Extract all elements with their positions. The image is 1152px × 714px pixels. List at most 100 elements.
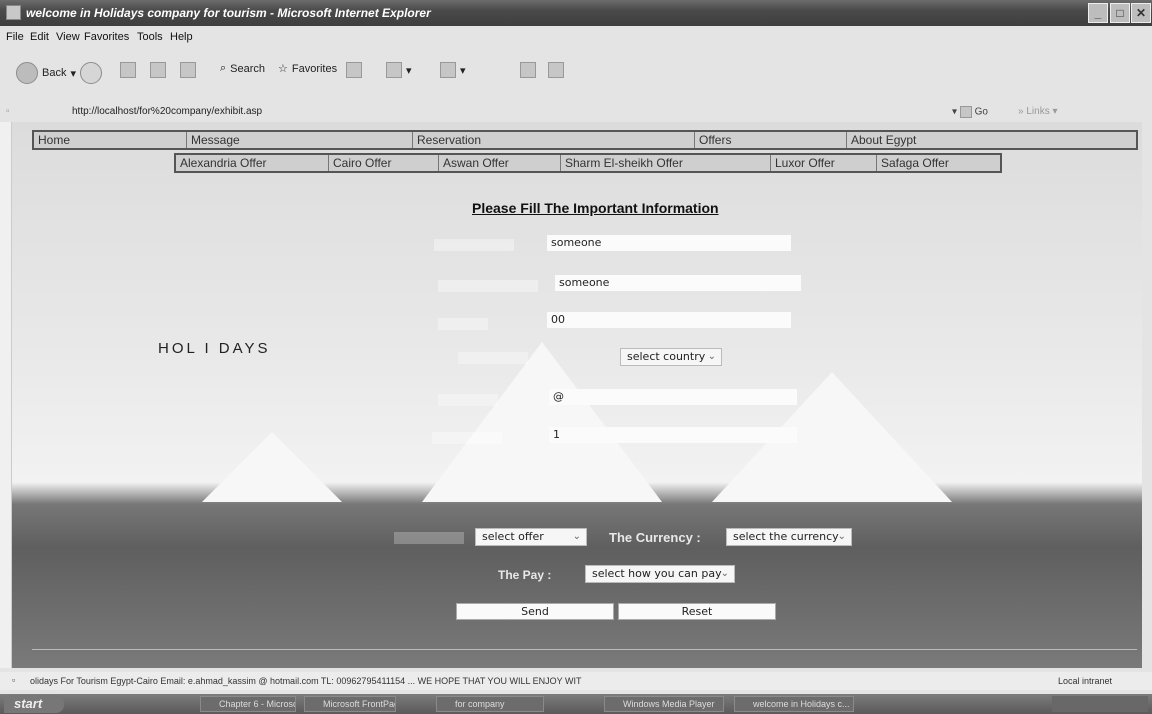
go-button[interactable]: ▾ Go [952,106,988,118]
chevron-down-icon: ⌄ [837,531,846,542]
browser-window: welcome in Holidays company for tourism … [0,0,1152,714]
stop-button[interactable] [120,62,136,78]
pay-select[interactable]: select how you can pay ⌄ [585,565,735,583]
currency-label: The Currency : [609,530,701,545]
home-button[interactable] [180,62,196,78]
nav-message[interactable]: Message [186,132,412,148]
address-input[interactable]: http://localhost/for%20company/exhibit.a… [72,106,262,117]
menu-tools[interactable]: Tools [137,31,163,43]
nav-reservation[interactable]: Reservation [412,132,694,148]
nav-cairo-offer[interactable]: Cairo Offer [328,155,438,171]
taskbar: start Chapter 6 - Microsoft Microsoft Fr… [0,694,1152,714]
address-bar: ▫ http://localhost/for%20company/exhibit… [0,102,1152,122]
go-icon [959,106,972,118]
offer-label [394,532,464,544]
offer-select-value: select offer [482,530,544,543]
messenger-button[interactable] [548,62,564,78]
vertical-scrollbar[interactable] [0,122,12,668]
menu-edit[interactable]: Edit [30,31,49,43]
brand-text: HOL I DAYS [158,340,271,357]
task-button[interactable]: Chapter 6 - Microsoft [200,696,296,712]
page-content: Home Message Reservation Offers About Eg… [12,122,1142,668]
refresh-button[interactable] [150,62,166,78]
edit-icon [520,62,536,78]
nav-luxor-offer[interactable]: Luxor Offer [770,155,876,171]
refresh-icon [150,62,166,78]
maximize-icon[interactable]: □ [1110,3,1130,23]
links-button[interactable]: » Links ▾ [1018,106,1058,117]
menu-bar: File Edit View Favorites Tools Help [0,27,1152,47]
edit-button[interactable] [520,62,536,78]
divider [32,649,1137,650]
close-icon[interactable]: ✕ [1131,3,1151,23]
nav-safaga-offer[interactable]: Safaga Offer [876,155,1000,171]
minimize-icon[interactable]: _ [1088,3,1108,23]
favorites-button[interactable]: ☆ Favorites [278,62,338,76]
nav-sharm-offer[interactable]: Sharm El-sheikh Offer [560,155,770,171]
messenger-icon [548,62,564,78]
task-button[interactable]: Microsoft FrontPage [304,696,396,712]
country-select-value: select country [627,350,706,363]
ie-icon [6,5,21,20]
forward-button[interactable] [80,62,102,84]
mail-button[interactable]: ▾ [386,62,412,78]
mail-icon [386,62,402,78]
offers-nav: Alexandria Offer Cairo Offer Aswan Offer… [174,153,1002,173]
reset-button[interactable]: Reset [618,603,776,620]
persons-label [432,432,502,444]
menu-file[interactable]: File [6,31,24,43]
last-name-input[interactable] [555,275,801,291]
pay-label: The Pay : [498,568,552,582]
email-label [438,394,498,406]
nav-home[interactable]: Home [34,132,186,148]
name-input[interactable] [547,235,791,251]
print-button[interactable]: ▾ [440,62,466,78]
task-button[interactable]: welcome in Holidays c... [734,696,854,712]
favorites-label: Favorites [291,62,338,75]
phone-input[interactable] [547,312,791,328]
last-name-label [438,280,538,292]
nav-aswan-offer[interactable]: Aswan Offer [438,155,560,171]
chevron-down-icon: ⌄ [720,568,729,579]
menu-favorites[interactable]: Favorites [84,31,129,43]
country-select[interactable]: select country ⌄ [620,348,722,366]
menu-help[interactable]: Help [170,31,193,43]
status-bar: ▫ olidays For Tourism Egypt-Cairo Email:… [0,672,1152,690]
currency-select[interactable]: select the currency ⌄ [726,528,852,546]
persons-input[interactable] [549,427,797,443]
title-bar: welcome in Holidays company for tourism … [0,0,1152,26]
search-button[interactable]: ⌕ Search [220,62,265,75]
media-button[interactable] [346,62,362,78]
nav-alexandria-offer[interactable]: Alexandria Offer [176,155,328,171]
phone-label [438,318,488,330]
country-label [458,352,528,364]
task-button[interactable]: for company [436,696,544,712]
menu-view[interactable]: View [56,31,80,43]
status-message: olidays For Tourism Egypt-Cairo Email: e… [30,676,582,686]
task-button[interactable]: Windows Media Player [604,696,724,712]
start-button[interactable]: start [4,695,64,713]
nav-offers[interactable]: Offers [694,132,846,148]
media-icon [346,62,362,78]
name-label [434,239,514,251]
search-icon: ⌕ [220,62,227,74]
nav-about-egypt[interactable]: About Egypt [846,132,1136,148]
back-arrow-icon [16,62,38,84]
send-button[interactable]: Send [456,603,614,620]
main-nav: Home Message Reservation Offers About Eg… [32,130,1138,150]
search-label: Search [230,62,266,75]
go-label: Go [974,106,988,118]
stop-icon [120,62,136,78]
back-button[interactable]: Back ▾ [16,62,76,84]
system-tray [1052,696,1148,712]
back-label: Back [42,67,67,79]
pyramid-background [202,432,342,502]
email-input[interactable] [549,389,797,405]
home-icon [180,62,196,78]
window-title: welcome in Holidays company for tourism … [26,6,431,20]
pay-select-value: select how you can pay [592,567,722,580]
zone-indicator: Local intranet [1058,676,1113,686]
links-label: Links [1026,106,1050,117]
star-icon: ☆ [278,63,288,75]
offer-select[interactable]: select offer ⌄ [475,528,587,546]
